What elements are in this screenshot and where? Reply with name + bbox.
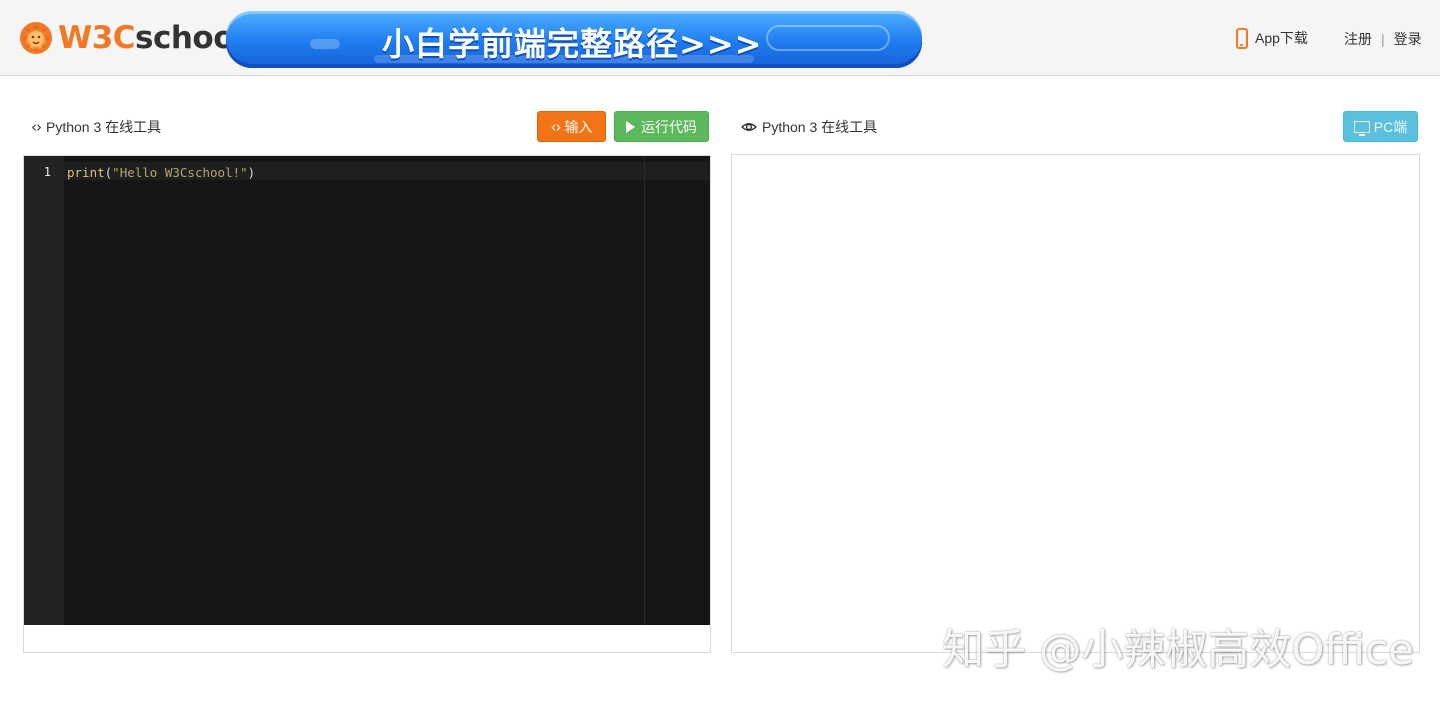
input-button-label: 输入 bbox=[564, 118, 593, 135]
line-number: 1 bbox=[43, 165, 51, 179]
w3cschool-logo[interactable]: W3Cschool bbox=[18, 18, 245, 58]
app-download-link[interactable]: App下载 bbox=[1236, 26, 1308, 50]
line-number-gutter: 1 bbox=[24, 156, 64, 625]
output-panel bbox=[731, 154, 1420, 653]
output-panel-title-text: Python 3 在线工具 bbox=[762, 119, 878, 135]
logo-text: W3Cschool bbox=[58, 20, 245, 56]
editor-panel-title: ‹› Python 3 在线工具 bbox=[31, 117, 161, 137]
auth-separator: | bbox=[1381, 31, 1385, 47]
code-token-string: "Hello W3Cschool!" bbox=[112, 165, 248, 180]
run-code-button-label: 运行代码 bbox=[641, 118, 697, 135]
promo-banner[interactable]: 小白学前端完整路径>>> bbox=[226, 11, 922, 68]
print-margin bbox=[644, 156, 645, 625]
code-line[interactable]: print("Hello W3Cschool!") bbox=[67, 165, 255, 180]
auth-links: 注册 | 登录 bbox=[1344, 29, 1422, 49]
input-button[interactable]: ‹› 输入 bbox=[537, 111, 606, 142]
code-token-function: print bbox=[67, 165, 105, 180]
monitor-icon bbox=[1353, 120, 1370, 136]
register-link[interactable]: 注册 bbox=[1344, 29, 1372, 49]
logo-text-w3c: W3C bbox=[58, 20, 136, 56]
pc-view-button-label: PC端 bbox=[1373, 118, 1408, 135]
code-icon: ‹› bbox=[31, 118, 42, 136]
play-icon bbox=[626, 120, 635, 133]
pc-view-button[interactable]: PC端 bbox=[1343, 111, 1418, 142]
lion-logo-icon bbox=[20, 22, 52, 54]
phone-icon bbox=[1236, 27, 1248, 49]
output-panel-title: Python 3 在线工具 bbox=[741, 117, 877, 137]
top-header: W3Cschool 小白学前端完整路径>>> App下载 注册 | 登录 bbox=[0, 0, 1440, 76]
editor-container: 1 print("Hello W3Cschool!") bbox=[23, 155, 711, 653]
app-download-label: App下载 bbox=[1255, 30, 1308, 46]
code-editor[interactable]: 1 print("Hello W3Cschool!") bbox=[24, 156, 710, 625]
eye-icon bbox=[741, 123, 757, 131]
banner-text: 小白学前端完整路径>>> bbox=[382, 25, 763, 63]
zhihu-watermark: 知乎 @小辣椒高效Office bbox=[942, 625, 1414, 674]
login-link[interactable]: 登录 bbox=[1394, 29, 1422, 49]
banner-decoration bbox=[766, 25, 890, 51]
run-code-button[interactable]: 运行代码 bbox=[614, 111, 709, 142]
code-icon: ‹› bbox=[550, 117, 562, 136]
editor-panel-title-text: Python 3 在线工具 bbox=[46, 119, 162, 135]
banner-decoration bbox=[310, 39, 340, 49]
code-token-paren: ) bbox=[247, 165, 256, 180]
